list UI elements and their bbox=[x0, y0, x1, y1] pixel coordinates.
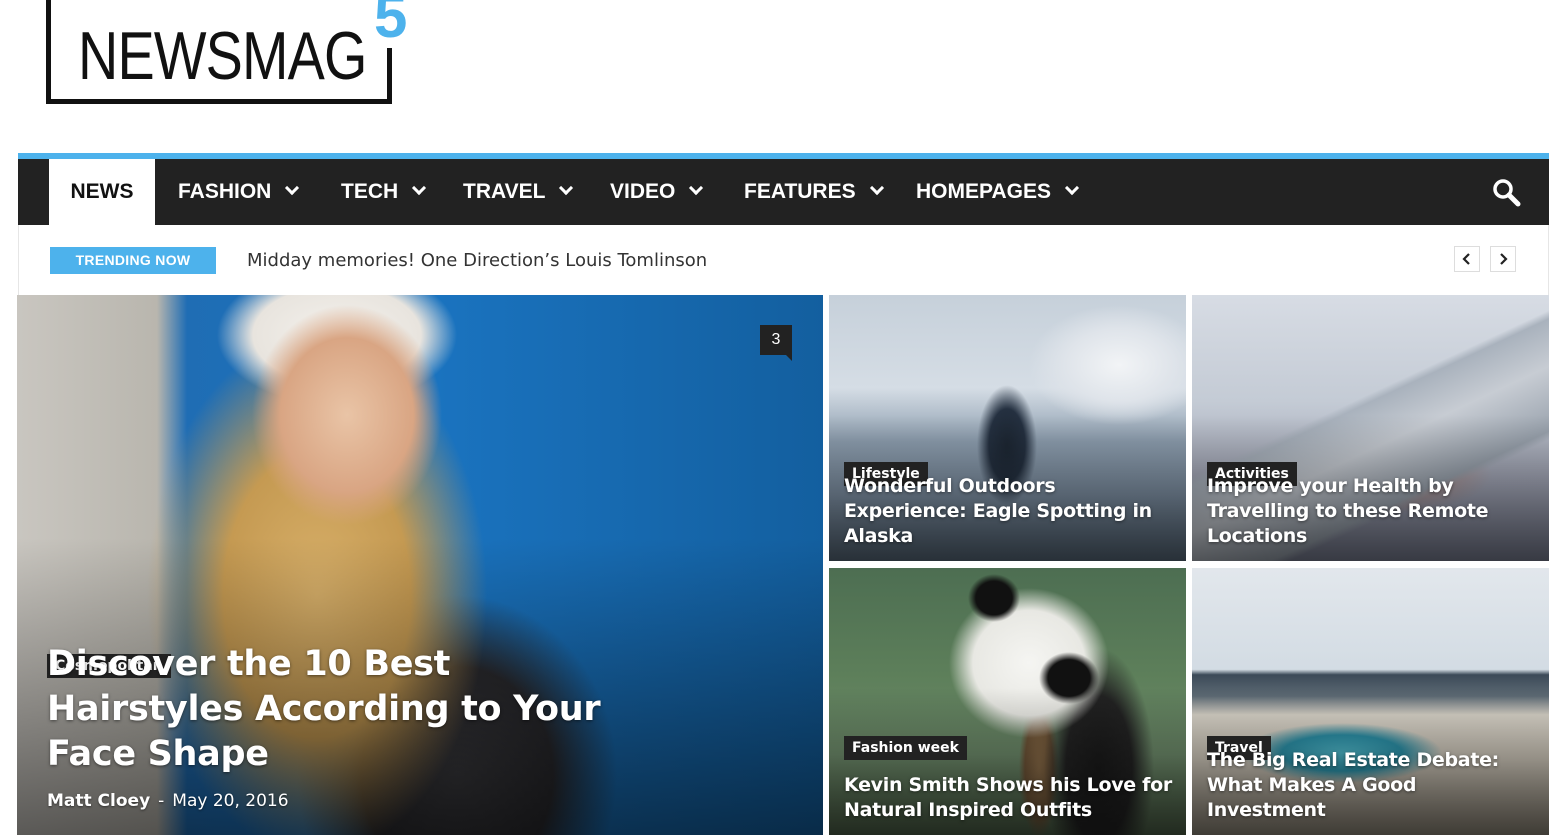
article-tile[interactable]: Travel The Big Real Estate Debate: What … bbox=[1192, 568, 1549, 835]
site-logo[interactable]: NEWSMAG 5 bbox=[46, 0, 410, 112]
chevron-down-icon bbox=[869, 180, 884, 196]
nav-label: TECH bbox=[341, 180, 399, 203]
trending-badge: TRENDING NOW bbox=[50, 247, 216, 274]
nav-label: TRAVEL bbox=[463, 180, 546, 203]
chevron-down-icon bbox=[412, 180, 427, 196]
article-tile[interactable]: Lifestyle Wonderful Outdoors Experience:… bbox=[829, 295, 1186, 561]
featured-article[interactable]: 3 Cosmopolitan Discover the 10 Best Hair… bbox=[17, 295, 823, 835]
nav-item-news[interactable]: NEWS bbox=[49, 159, 155, 225]
nav-label: VIDEO bbox=[610, 180, 676, 203]
chevron-down-icon bbox=[1064, 180, 1080, 196]
trending-bar: TRENDING NOW Midday memories! One Direct… bbox=[18, 225, 1549, 295]
nav-label: NEWS bbox=[70, 180, 134, 203]
nav-item-fashion[interactable]: FASHION bbox=[178, 159, 300, 225]
article-title[interactable]: The Big Real Estate Debate: What Makes A… bbox=[1207, 748, 1537, 823]
search-icon[interactable] bbox=[1491, 177, 1521, 207]
meta-separator: - bbox=[158, 791, 165, 811]
article-author[interactable]: Matt Cloey bbox=[47, 791, 150, 811]
article-title[interactable]: Kevin Smith Shows his Love for Natural I… bbox=[844, 773, 1174, 823]
nav-item-tech[interactable]: TECH bbox=[341, 159, 427, 225]
article-meta: Matt Cloey - May 20, 2016 bbox=[47, 791, 289, 811]
chevron-down-icon bbox=[285, 180, 300, 196]
nav-item-features[interactable]: FEATURES bbox=[744, 159, 884, 225]
nav-item-video[interactable]: VIDEO bbox=[610, 159, 704, 225]
category-tag[interactable]: Fashion week bbox=[844, 736, 967, 760]
trending-prev-button[interactable] bbox=[1454, 246, 1480, 272]
nav-label: FASHION bbox=[178, 180, 272, 203]
trending-headline[interactable]: Midday memories! One Direction’s Louis T… bbox=[247, 247, 707, 274]
comment-count-badge[interactable]: 3 bbox=[760, 325, 792, 361]
nav-label: HOMEPAGES bbox=[916, 180, 1051, 203]
logo-version: 5 bbox=[372, 0, 410, 48]
chevron-down-icon bbox=[559, 180, 574, 196]
nav-label: FEATURES bbox=[744, 180, 856, 203]
chevron-down-icon bbox=[689, 180, 704, 196]
main-nav: NEWS FASHION TECH TRAVEL VIDEO FEATURES … bbox=[18, 153, 1549, 225]
chevron-left-icon bbox=[1462, 253, 1470, 265]
nav-item-travel[interactable]: TRAVEL bbox=[463, 159, 574, 225]
nav-item-homepages[interactable]: HOMEPAGES bbox=[916, 159, 1080, 225]
trending-next-button[interactable] bbox=[1490, 246, 1516, 272]
article-title[interactable]: Improve your Health by Travelling to the… bbox=[1207, 474, 1537, 549]
article-tile[interactable]: Activities Improve your Health by Travel… bbox=[1192, 295, 1549, 561]
article-title[interactable]: Discover the 10 Best Hairstyles Accordin… bbox=[47, 642, 623, 777]
chevron-right-icon bbox=[1500, 253, 1508, 265]
article-tile[interactable]: Fashion week Kevin Smith Shows his Love … bbox=[829, 568, 1186, 835]
logo-text: NEWSMAG bbox=[78, 18, 367, 94]
article-title[interactable]: Wonderful Outdoors Experience: Eagle Spo… bbox=[844, 474, 1174, 549]
article-date: May 20, 2016 bbox=[172, 791, 289, 811]
